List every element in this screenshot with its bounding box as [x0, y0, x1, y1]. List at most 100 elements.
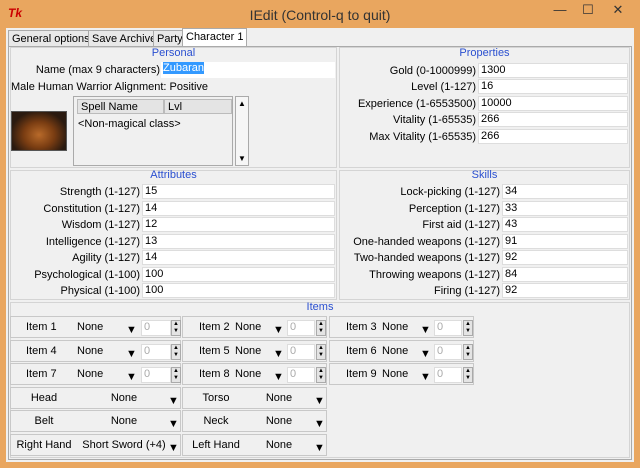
- equipment-select[interactable]: None: [81, 415, 167, 427]
- equipment-select[interactable]: None: [247, 392, 311, 404]
- equipment-select[interactable]: None: [81, 392, 167, 404]
- maximize-button[interactable]: ☐: [574, 0, 602, 20]
- chevron-down-icon[interactable]: ▼: [168, 395, 179, 407]
- item-quantity-input[interactable]: 0: [434, 343, 462, 360]
- chevron-down-icon[interactable]: ▼: [314, 418, 325, 430]
- quantity-spinner[interactable]: ▲ ▼: [171, 320, 181, 336]
- spell-level-header[interactable]: Lvl: [164, 99, 232, 114]
- item-quantity-input[interactable]: 0: [141, 343, 171, 360]
- item-select[interactable]: None: [382, 345, 408, 357]
- name-input[interactable]: Zubaran: [161, 62, 335, 78]
- equipment-select[interactable]: None: [247, 439, 311, 451]
- spell-name-header[interactable]: Spell Name: [77, 99, 164, 114]
- item-select[interactable]: None: [235, 345, 261, 357]
- name-label: Name (max 9 characters): [35, 64, 160, 76]
- skill-label: Lock-picking (1-127): [400, 186, 500, 198]
- chevron-down-icon[interactable]: ▼: [273, 324, 284, 336]
- equipment-select[interactable]: None: [247, 415, 311, 427]
- chevron-down-icon[interactable]: ▼: [420, 324, 431, 336]
- scroll-up-icon[interactable]: ▲: [238, 99, 246, 108]
- chevron-down-icon[interactable]: ▼: [126, 371, 137, 383]
- item-select[interactable]: None: [235, 368, 261, 380]
- attribute-input[interactable]: 14: [142, 250, 335, 265]
- item-quantity-input[interactable]: 0: [287, 343, 315, 360]
- minimize-button[interactable]: —: [546, 0, 574, 20]
- spell-scrollbar[interactable]: ▲ ▼: [235, 96, 249, 166]
- skill-input[interactable]: 34: [502, 184, 628, 199]
- spell-list[interactable]: Spell Name Lvl <Non-magical class>: [73, 96, 233, 166]
- chevron-down-icon[interactable]: ▼: [420, 348, 431, 360]
- chevron-down-icon[interactable]: ▼: [168, 442, 179, 454]
- item-select[interactable]: None: [77, 345, 103, 357]
- skill-label: First aid (1-127): [422, 219, 500, 231]
- chevron-down-icon[interactable]: ▼: [126, 324, 137, 336]
- scroll-down-icon[interactable]: ▼: [238, 154, 246, 163]
- item-slot: Item 3 None ▼ 0 ▲ ▼: [329, 316, 474, 338]
- item-quantity-input[interactable]: 0: [141, 367, 171, 383]
- skill-input[interactable]: 91: [502, 233, 628, 249]
- attribute-input[interactable]: 12: [142, 217, 335, 232]
- window-title: IEdit (Control-q to quit): [249, 7, 391, 23]
- equipment-select[interactable]: Short Sword (+4): [81, 439, 167, 451]
- property-input[interactable]: 10000: [478, 95, 628, 111]
- quantity-spinner[interactable]: ▲ ▼: [463, 320, 473, 336]
- skills-title: Skills: [471, 169, 498, 181]
- quantity-spinner[interactable]: ▲ ▼: [463, 367, 473, 383]
- item-slot: Item 5 None ▼ 0 ▲ ▼: [182, 339, 327, 362]
- item-select[interactable]: None: [77, 368, 103, 380]
- attribute-input[interactable]: 13: [142, 233, 335, 249]
- item-quantity-input[interactable]: 0: [287, 320, 315, 336]
- attribute-label: Physical (1-100): [60, 285, 140, 297]
- skill-input[interactable]: 84: [502, 266, 628, 282]
- skill-label: One-handed weapons (1-127): [353, 235, 500, 248]
- equipment-slot: Left Hand None ▼: [182, 433, 327, 456]
- item-select[interactable]: None: [77, 321, 103, 333]
- chevron-down-icon[interactable]: ▼: [420, 371, 431, 383]
- item-select[interactable]: None: [382, 321, 408, 333]
- quantity-spinner[interactable]: ▲ ▼: [316, 343, 326, 360]
- quantity-spinner[interactable]: ▲ ▼: [463, 343, 473, 360]
- skill-input[interactable]: 43: [502, 217, 628, 232]
- chevron-down-icon[interactable]: ▼: [273, 371, 284, 383]
- skill-input[interactable]: 33: [502, 200, 628, 216]
- quantity-spinner[interactable]: ▲ ▼: [316, 367, 326, 383]
- equipment-label: Belt: [34, 415, 54, 427]
- quantity-spinner[interactable]: ▲ ▼: [171, 367, 181, 383]
- chevron-down-icon[interactable]: ▼: [126, 348, 137, 360]
- item-select[interactable]: None: [235, 321, 261, 333]
- chevron-down-icon[interactable]: ▼: [168, 418, 179, 430]
- tab-general-options[interactable]: General options: [8, 30, 94, 47]
- attribute-input[interactable]: 100: [142, 266, 335, 282]
- attribute-label: Psychological (1-100): [34, 268, 140, 281]
- item-slot-label: Item 1: [26, 321, 57, 333]
- item-slot-label: Item 3: [346, 321, 377, 333]
- item-quantity-input[interactable]: 0: [434, 367, 462, 383]
- chevron-down-icon[interactable]: ▼: [273, 348, 284, 360]
- property-input[interactable]: 266: [478, 112, 628, 128]
- skill-label: Throwing weapons (1-127): [369, 268, 500, 281]
- close-button[interactable]: ✕: [600, 0, 636, 20]
- item-slot-label: Item 6: [346, 344, 377, 357]
- property-input[interactable]: 266: [478, 128, 628, 144]
- quantity-spinner[interactable]: ▲ ▼: [316, 320, 326, 336]
- tab-save-archive[interactable]: Save Archive: [88, 30, 161, 47]
- tab-character-1[interactable]: Character 1: [182, 28, 248, 47]
- attribute-input[interactable]: 100: [142, 283, 335, 298]
- chevron-down-icon[interactable]: ▼: [314, 395, 325, 407]
- item-select[interactable]: None: [382, 368, 408, 380]
- chevron-down-icon[interactable]: ▼: [314, 442, 325, 454]
- property-input[interactable]: 16: [478, 79, 628, 95]
- item-quantity-input[interactable]: 0: [434, 320, 462, 336]
- skill-input[interactable]: 92: [502, 250, 628, 265]
- attribute-input[interactable]: 14: [142, 200, 335, 216]
- item-quantity-input[interactable]: 0: [141, 320, 171, 336]
- spell-row[interactable]: <Non-magical class>: [78, 118, 181, 130]
- attribute-input[interactable]: 15: [142, 184, 335, 199]
- item-quantity-input[interactable]: 0: [287, 367, 315, 383]
- attribute-label: Agility (1-127): [72, 252, 140, 264]
- property-input[interactable]: 1300: [478, 63, 628, 78]
- skill-label: Firing (1-127): [433, 285, 500, 297]
- quantity-spinner[interactable]: ▲ ▼: [171, 343, 181, 360]
- skill-input[interactable]: 92: [502, 283, 628, 298]
- property-label: Experience (1-6553500): [357, 97, 476, 110]
